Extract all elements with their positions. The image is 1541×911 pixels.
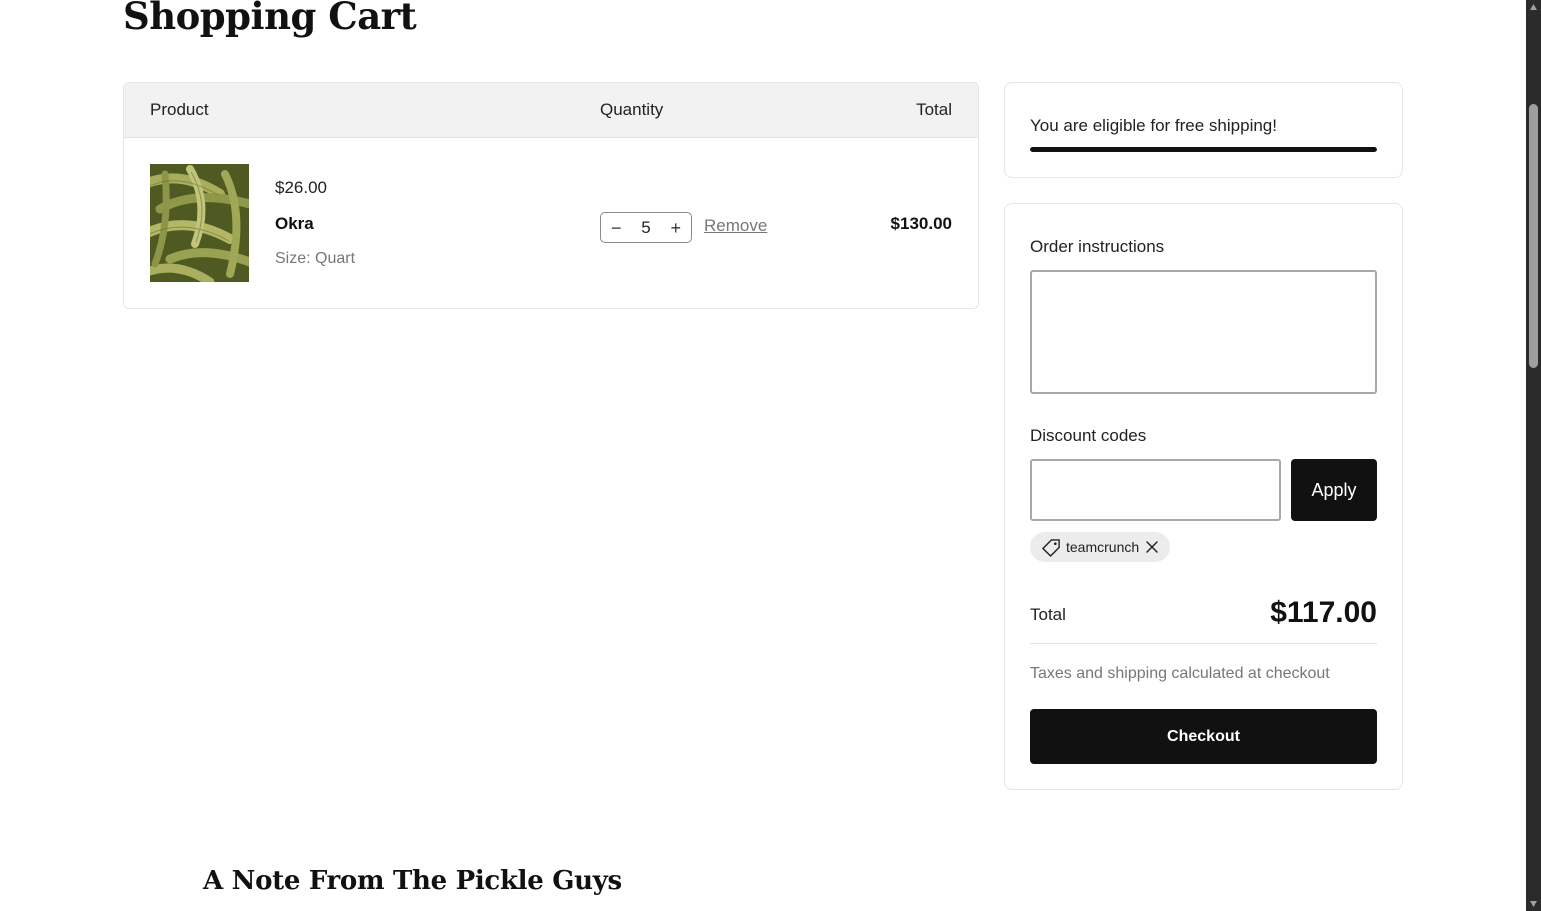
order-instructions-textarea[interactable] (1030, 270, 1377, 394)
item-name-link[interactable]: Okra (275, 214, 314, 234)
free-shipping-panel: You are eligible for free shipping! (1004, 82, 1403, 178)
cart-item-row: $26.00 Okra Size: Quart − 5 + Remove $13… (124, 138, 978, 308)
order-instructions-label: Order instructions (1030, 237, 1165, 256)
tax-shipping-note: Taxes and shipping calculated at checkou… (1030, 665, 1330, 682)
applied-discount-chip: teamcrunch (1030, 532, 1171, 562)
scroll-down-arrow-icon[interactable] (1529, 900, 1538, 908)
cart-table-header: Product Quantity Total (124, 83, 978, 138)
total-value: $117.00 (1270, 596, 1377, 629)
scroll-up-arrow-icon[interactable] (1529, 3, 1538, 11)
item-variant: Size: Quart (275, 250, 356, 267)
quantity-stepper: − 5 + (600, 212, 692, 243)
scrollbar-thumb[interactable] (1529, 104, 1538, 368)
decrease-quantity-button[interactable]: − (611, 219, 622, 237)
discount-code-input[interactable] (1030, 459, 1281, 521)
checkout-button[interactable]: Checkout (1030, 709, 1377, 764)
okra-product-image[interactable] (150, 164, 249, 282)
free-shipping-progress-bar (1030, 147, 1377, 152)
product-column-header: Product (150, 100, 209, 119)
remove-item-link[interactable]: Remove (704, 216, 767, 236)
page-scrollbar[interactable] (1526, 0, 1541, 911)
total-divider (1030, 643, 1377, 644)
cart-table: Product Quantity Total $26.00 Okra Size:… (123, 82, 979, 309)
page-title: Shopping Cart (123, 0, 417, 38)
discount-codes-label: Discount codes (1030, 426, 1147, 445)
item-unit-price: $26.00 (275, 178, 327, 197)
total-label: Total (1030, 605, 1066, 624)
total-column-header: Total (916, 100, 952, 119)
quantity-value[interactable]: 5 (641, 218, 650, 238)
applied-discount-code: teamcrunch (1066, 539, 1140, 555)
apply-discount-button[interactable]: Apply (1291, 459, 1377, 521)
note-heading: A Note From The Pickle Guys (203, 866, 622, 896)
order-summary-panel: Order instructions Discount codes Apply … (1004, 203, 1403, 790)
free-shipping-progress-fill (1030, 147, 1377, 152)
increase-quantity-button[interactable]: + (670, 219, 681, 237)
tag-icon (1042, 538, 1060, 557)
item-line-total: $130.00 (890, 214, 952, 233)
quantity-column-header: Quantity (600, 100, 664, 119)
close-icon (1146, 541, 1158, 553)
free-shipping-message: You are eligible for free shipping! (1030, 116, 1277, 135)
remove-discount-button[interactable] (1144, 539, 1160, 555)
